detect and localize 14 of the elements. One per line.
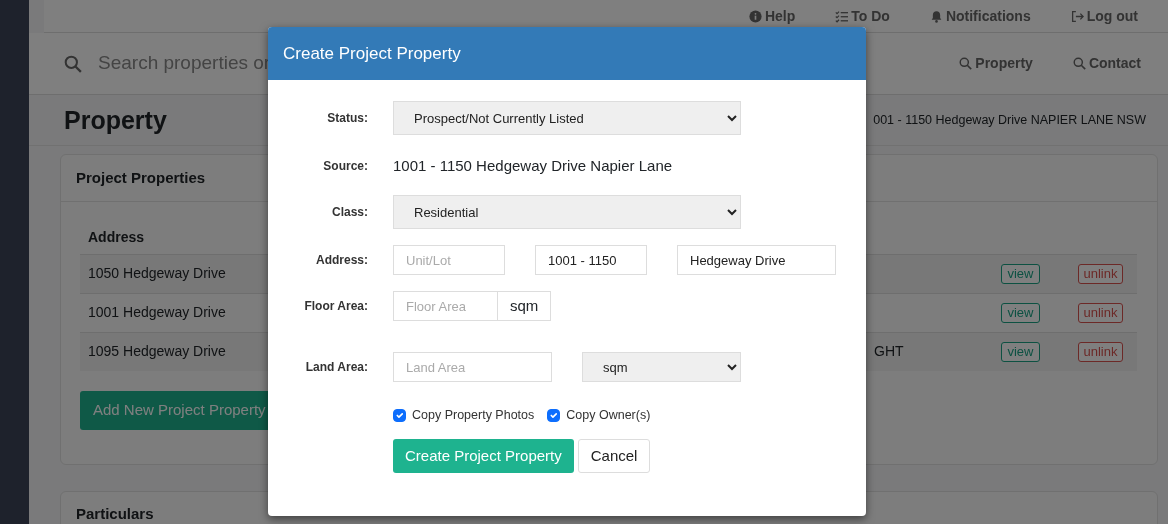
unit-addon: sqm bbox=[498, 291, 552, 321]
field-label: Class: bbox=[330, 204, 368, 221]
column-header: Address bbox=[88, 229, 145, 246]
page-title: Property bbox=[64, 105, 167, 135]
field-label: Status: bbox=[326, 110, 368, 127]
table-cell: GHT bbox=[866, 332, 977, 371]
field-label: Address: bbox=[315, 252, 368, 269]
property-address: 001 - 1150 Hedgeway Drive NAPIER LANE NSW bbox=[873, 111, 1146, 129]
field-label: Floor Area: bbox=[303, 298, 368, 315]
field-label: Source: bbox=[322, 158, 368, 175]
checkbox-label: Copy Owner(s) bbox=[566, 407, 651, 424]
checkbox-label: Copy Property Photos bbox=[412, 407, 535, 424]
source-value: 1001 - 1150 Hedgeway Drive Napier Lane bbox=[393, 155, 673, 176]
dialog-title: Create Project Property bbox=[268, 27, 866, 80]
